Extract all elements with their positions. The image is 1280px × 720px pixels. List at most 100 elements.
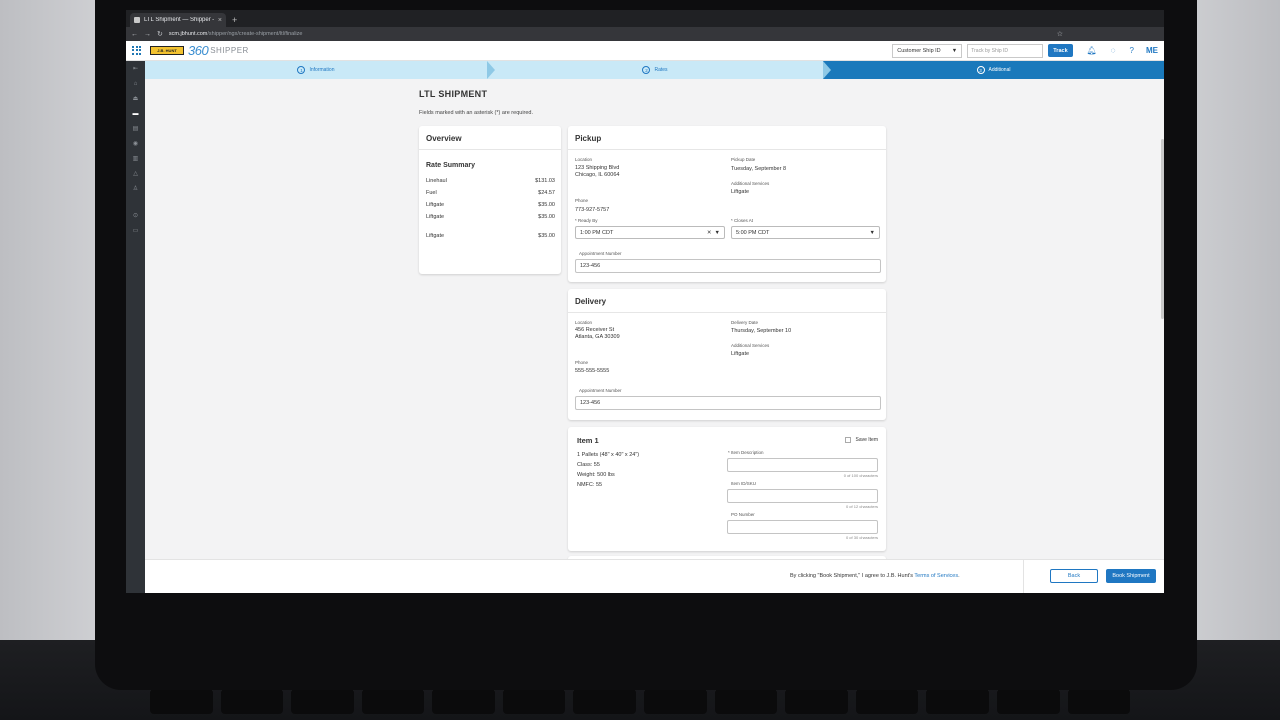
ready-by-value: 1:00 PM CDT xyxy=(580,229,614,236)
rate-row: Liftgate $35.00 xyxy=(419,211,561,223)
checkbox-icon[interactable] xyxy=(845,437,852,443)
settings-icon[interactable]: ⊙ xyxy=(133,212,138,220)
pickup-title: Pickup xyxy=(575,134,602,143)
pickup-appointment-input[interactable]: 123-456 xyxy=(575,259,881,273)
app-launcher-icon[interactable] xyxy=(132,45,142,56)
avatar[interactable]: ME xyxy=(1146,46,1158,55)
bell-icon[interactable]: 🔔︎ xyxy=(1087,46,1097,55)
rate-row: Linehaul $131.03 xyxy=(419,175,561,187)
home-icon[interactable]: ⌂ xyxy=(134,80,138,88)
required-note: Fields marked with an asterisk (*) are r… xyxy=(419,110,534,116)
bookmark-star-icon[interactable]: ☆ xyxy=(1057,30,1063,38)
rate-label: Liftgate xyxy=(426,233,445,239)
notification-icon[interactable]: △ xyxy=(133,170,138,178)
closes-at-label: * Closes At xyxy=(731,218,754,223)
delivery-services-value: Liftgate xyxy=(731,351,750,357)
ship-id-type-value: Customer Ship ID xyxy=(897,47,941,54)
ship-id-type-select[interactable]: Customer Ship ID ▼ xyxy=(892,43,963,58)
item-sku-label: Item ID/SKU xyxy=(731,481,757,486)
sidenav: ⇤ ⌂ ⏏ ▬ ▤ ◉ ▥ △ ♙ ⊙ ▭ xyxy=(126,61,145,593)
browser-tab[interactable]: LTL Shipment — Shipper — J.B. × xyxy=(130,13,226,27)
track-button[interactable]: Track xyxy=(1048,44,1073,57)
save-item-label: Save Item xyxy=(855,437,878,443)
reload-icon[interactable]: ↻ xyxy=(157,30,163,38)
delivery-date-value: Thursday, September 10 xyxy=(731,328,792,334)
rate-amount: $35.00 xyxy=(538,202,555,208)
browser-addressbar: ← → ↻ scm.jbhunt.com/shipper/ngx/create-… xyxy=(126,27,1164,41)
document-icon[interactable]: ▤ xyxy=(133,125,139,133)
back-arrow-icon[interactable]: ← xyxy=(131,31,138,38)
pickup-location-line2: Chicago, IL 60064 xyxy=(575,172,620,178)
truck-icon[interactable]: ▬ xyxy=(133,110,139,118)
item-sku-input[interactable] xyxy=(727,489,878,503)
delivery-appointment-input[interactable]: 123-456 xyxy=(575,396,881,410)
collapse-icon[interactable]: ⇤ xyxy=(133,65,138,73)
closes-at-select[interactable]: 5:00 PM CDT ▼ xyxy=(731,226,880,239)
po-number-count: 0 of 30 characters xyxy=(845,535,878,540)
terms-agreement: By clicking "Book Shipment," I agree to … xyxy=(790,573,960,579)
pickup-appointment-label: Appointment Number xyxy=(579,251,622,256)
rate-label: Liftgate xyxy=(426,214,445,220)
step-label: Information xyxy=(309,67,335,73)
pickup-services-value: Liftgate xyxy=(731,189,750,195)
step-additional[interactable]: 3 Additional xyxy=(823,61,1164,79)
save-item-checkbox[interactable]: Save Item xyxy=(845,437,878,443)
step-number: 3 xyxy=(976,66,985,74)
forward-arrow-icon[interactable]: → xyxy=(144,31,151,38)
new-tab-icon[interactable]: + xyxy=(232,15,237,25)
po-number-input[interactable] xyxy=(727,520,878,534)
keyboard-row xyxy=(150,688,1131,720)
step-rates[interactable]: 2 Rates xyxy=(487,61,831,79)
delivery-services-label: Additional Services xyxy=(731,343,770,348)
rate-label: Fuel xyxy=(426,190,437,196)
rate-amount: $35.00 xyxy=(538,214,555,220)
clear-icon[interactable]: ✕ xyxy=(707,230,712,236)
overview-title: Overview xyxy=(426,134,462,143)
track-input[interactable]: Track by Ship ID xyxy=(967,43,1044,58)
delivery-title: Delivery xyxy=(575,297,607,306)
tab-close-icon[interactable]: × xyxy=(218,17,222,24)
pickup-services-label: Additional Services xyxy=(731,181,770,186)
terms-period: . xyxy=(958,573,960,579)
delivery-appointment-label: Appointment Number xyxy=(579,388,622,393)
logo-360: 360 xyxy=(188,43,209,58)
back-button[interactable]: Back xyxy=(1050,569,1098,583)
user-icon[interactable]: ♙ xyxy=(133,185,138,193)
page-scrollbar[interactable] xyxy=(1161,79,1164,559)
billing-icon[interactable]: ▭ xyxy=(133,227,139,235)
pickup-date-value: Tuesday, September 8 xyxy=(731,166,787,172)
step-information[interactable]: 1 Information xyxy=(145,61,495,79)
step-number: 1 xyxy=(297,66,306,74)
delivery-phone-label: Phone xyxy=(575,360,589,365)
pickup-location-label: Location xyxy=(575,157,593,162)
chevron-down-icon: ▼ xyxy=(951,47,958,54)
url-domain: scm.jbhunt.com xyxy=(168,31,208,37)
favicon-icon xyxy=(134,17,140,23)
item-description-count: 0 of 100 characters xyxy=(843,473,878,478)
logo-product: SHIPPER xyxy=(210,46,249,55)
help-icon[interactable]: ? xyxy=(1130,46,1134,55)
item-weight: Weight: 500 lbs xyxy=(577,472,615,478)
rate-label: Linehaul xyxy=(426,178,447,184)
url-path: /shipper/ngx/create-shipment/ltl/finaliz… xyxy=(207,31,303,37)
pickup-card: Pickup Location 123 Shipping Blvd Chicag… xyxy=(568,126,886,282)
report-icon[interactable]: ▥ xyxy=(133,155,139,163)
chevron-down-icon: ▼ xyxy=(714,229,720,236)
item-description-input[interactable] xyxy=(727,458,878,472)
main-content: LTL SHIPMENT Fields marked with an aster… xyxy=(145,79,1161,559)
lightbulb-icon[interactable]: ◌ xyxy=(1111,46,1116,55)
item-sku-count: 0 of 12 characters xyxy=(845,504,878,509)
rate-amount: $131.03 xyxy=(535,178,555,184)
tab-title: LTL Shipment — Shipper — J.B. xyxy=(144,17,214,23)
closes-at-value: 5:00 PM CDT xyxy=(736,229,770,236)
location-icon[interactable]: ◉ xyxy=(133,140,138,148)
ship-icon[interactable]: ⏏ xyxy=(133,95,139,103)
item-class: Class: 55 xyxy=(577,462,600,468)
book-shipment-button[interactable]: Book Shipment xyxy=(1106,569,1156,583)
ready-by-select[interactable]: 1:00 PM CDT ✕ ▼ xyxy=(575,226,725,239)
terms-link[interactable]: Terms of Services xyxy=(914,573,958,579)
page-title: LTL SHIPMENT xyxy=(419,89,488,99)
browser-tabbar: LTL Shipment — Shipper — J.B. × + xyxy=(126,10,1164,27)
pickup-phone-value: 773-927-5757 xyxy=(575,207,610,213)
url-field[interactable]: scm.jbhunt.com/shipper/ngx/create-shipme… xyxy=(169,31,1051,37)
